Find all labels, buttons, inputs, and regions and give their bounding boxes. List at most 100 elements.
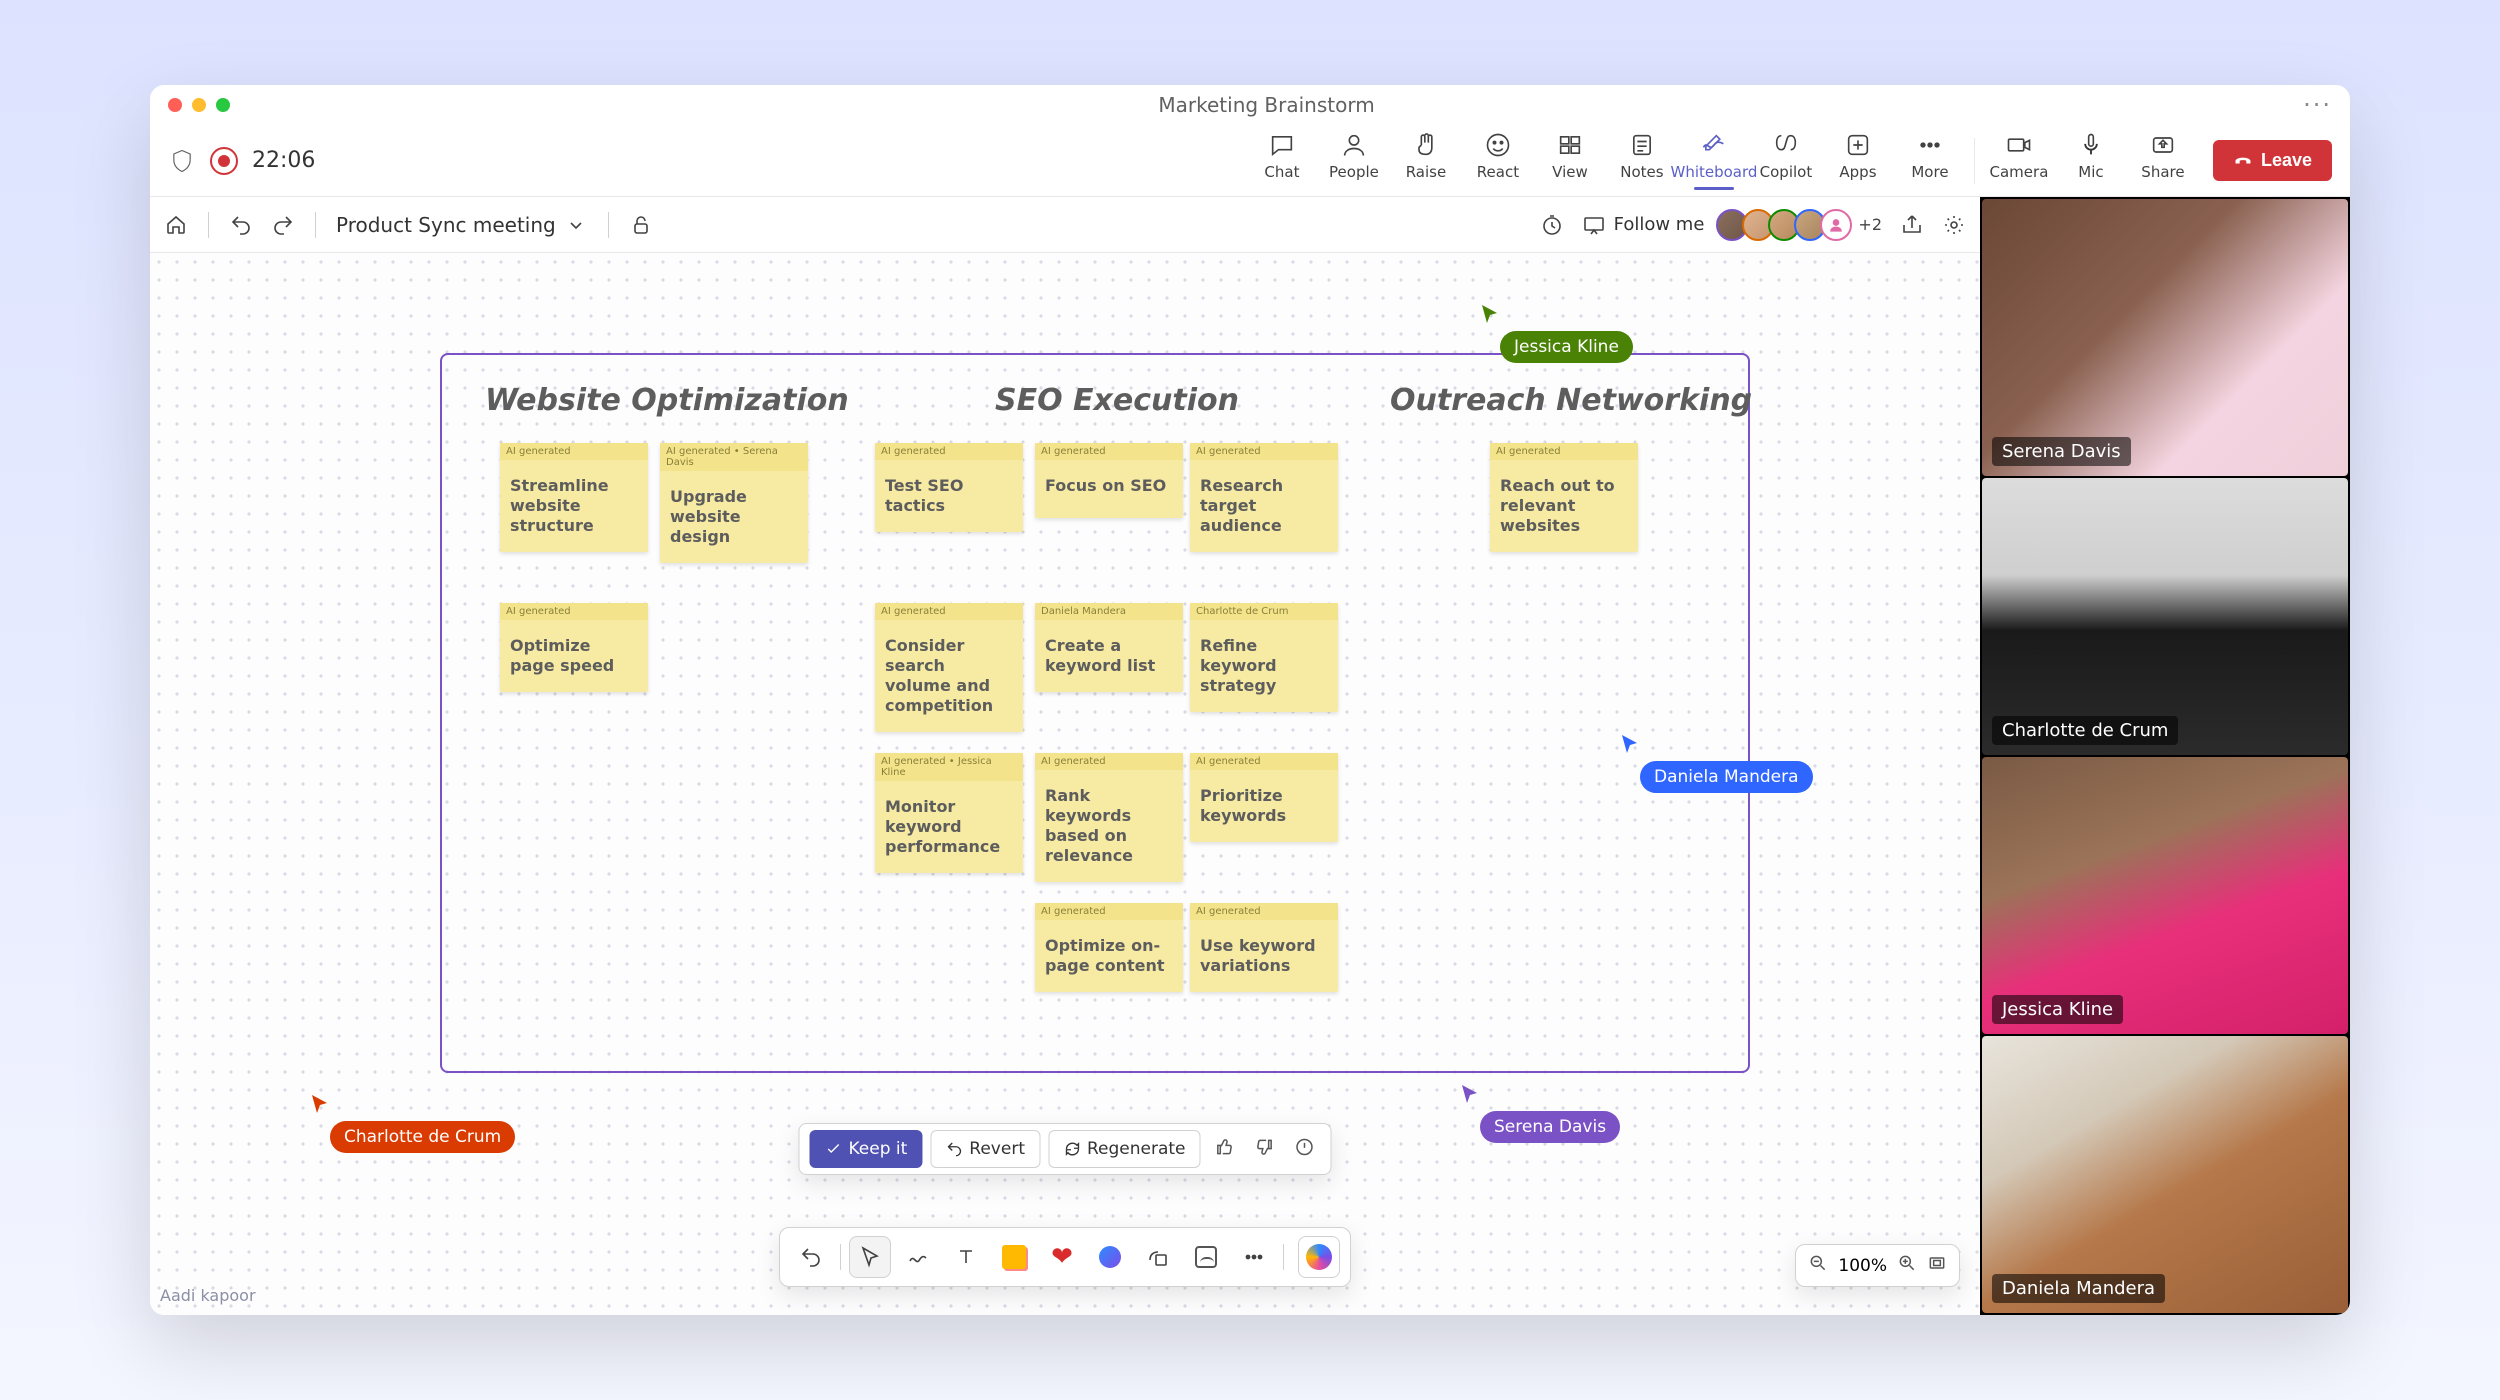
fit-screen-button[interactable] bbox=[1927, 1253, 1947, 1278]
sticky-meta: AI generated bbox=[1490, 443, 1638, 460]
notes-button[interactable]: Notes bbox=[1606, 127, 1678, 185]
app-window: Marketing Brainstorm ··· 22:06 Chat Peop… bbox=[150, 85, 2350, 1315]
shield-icon bbox=[168, 147, 196, 175]
column-title-seo: SEO Execution bbox=[995, 383, 1239, 418]
sticky-note[interactable]: Charlotte de Crum Refine keyword strateg… bbox=[1190, 603, 1338, 712]
canvas-toolbar: ❤ bbox=[779, 1227, 1351, 1287]
thumbs-up-button[interactable] bbox=[1209, 1131, 1241, 1167]
image-tool[interactable] bbox=[1185, 1236, 1227, 1278]
column-title-outreach: Outreach Networking bbox=[1390, 383, 1752, 418]
whiteboard-canvas[interactable]: Website Optimization SEO Execution Outre… bbox=[150, 253, 1980, 1315]
home-icon[interactable] bbox=[164, 213, 188, 237]
undo-icon[interactable] bbox=[229, 213, 253, 237]
sticky-meta: AI generated bbox=[1190, 903, 1338, 920]
whiteboard-header: Product Sync meeting Follow me bbox=[150, 197, 1980, 253]
maximize-window-button[interactable] bbox=[216, 98, 230, 112]
sticky-note[interactable]: AI generated Use keyword variations bbox=[1190, 903, 1338, 992]
regenerate-icon bbox=[1063, 1140, 1081, 1158]
zoom-out-button[interactable] bbox=[1808, 1253, 1828, 1278]
minimize-window-button[interactable] bbox=[192, 98, 206, 112]
sticky-text: Create a keyword list bbox=[1035, 620, 1183, 692]
sticky-meta: AI generated bbox=[1190, 443, 1338, 460]
presence-avatar-anon[interactable] bbox=[1820, 209, 1852, 241]
feedback-button[interactable] bbox=[1289, 1131, 1321, 1167]
cursor-icon bbox=[1460, 1083, 1480, 1105]
sticky-note[interactable]: AI generated Rank keywords based on rele… bbox=[1035, 753, 1183, 882]
lock-access-icon[interactable] bbox=[629, 213, 653, 237]
sticky-note[interactable]: AI generated Streamline website structur… bbox=[500, 443, 648, 552]
sticky-note[interactable]: AI generated Prioritize keywords bbox=[1190, 753, 1338, 842]
text-tool[interactable] bbox=[945, 1236, 987, 1278]
leave-label: Leave bbox=[2261, 150, 2312, 171]
pointer-tool[interactable] bbox=[849, 1236, 891, 1278]
cursor-name: Jessica Kline bbox=[1500, 331, 1633, 363]
sticky-meta: AI generated bbox=[500, 443, 648, 460]
sticky-note[interactable]: AI generated Focus on SEO bbox=[1035, 443, 1183, 518]
zoom-in-button[interactable] bbox=[1897, 1253, 1917, 1278]
sticky-note[interactable]: AI generated • Serena Davis Upgrade webs… bbox=[660, 443, 808, 563]
camera-button[interactable]: Camera bbox=[1983, 127, 2055, 185]
view-label: View bbox=[1552, 163, 1588, 181]
shape-tool[interactable] bbox=[1137, 1236, 1179, 1278]
thumbs-down-button[interactable] bbox=[1249, 1131, 1281, 1167]
separator bbox=[315, 212, 316, 238]
share-button[interactable]: Share bbox=[2127, 127, 2199, 185]
copilot-tool-button[interactable] bbox=[1298, 1236, 1340, 1278]
video-tile[interactable]: Jessica Kline bbox=[1982, 757, 2348, 1034]
close-window-button[interactable] bbox=[168, 98, 182, 112]
redo-icon[interactable] bbox=[271, 213, 295, 237]
share-board-icon[interactable] bbox=[1900, 213, 1924, 237]
settings-icon[interactable] bbox=[1942, 213, 1966, 237]
sticky-note[interactable]: AI generated Test SEO tactics bbox=[875, 443, 1023, 532]
titlebar-more-button[interactable]: ··· bbox=[2303, 91, 2332, 119]
sticky-note[interactable]: AI generated Research target audience bbox=[1190, 443, 1338, 552]
more-button[interactable]: More bbox=[1894, 127, 1966, 185]
revert-label: Revert bbox=[969, 1139, 1025, 1159]
chevron-down-icon bbox=[564, 213, 588, 237]
recording-indicator[interactable] bbox=[210, 147, 238, 175]
copilot-button[interactable]: Copilot bbox=[1750, 127, 1822, 185]
toolbar-undo-button[interactable] bbox=[790, 1236, 832, 1278]
ink-tool[interactable] bbox=[897, 1236, 939, 1278]
apps-button[interactable]: Apps bbox=[1822, 127, 1894, 185]
sticky-note[interactable]: AI generated Optimize on-page content bbox=[1035, 903, 1183, 992]
more-label: More bbox=[1911, 163, 1948, 181]
comment-tool[interactable] bbox=[1089, 1236, 1131, 1278]
board-name-dropdown[interactable]: Product Sync meeting bbox=[336, 213, 588, 237]
mic-label: Mic bbox=[2078, 163, 2103, 181]
reaction-tool[interactable]: ❤ bbox=[1041, 1236, 1083, 1278]
video-tile[interactable]: Daniela Mandera bbox=[1982, 1036, 2348, 1313]
ai-suggestion-bar: Keep it Revert Regenerate bbox=[798, 1123, 1331, 1175]
heart-icon: ❤ bbox=[1051, 1242, 1073, 1272]
window-title: Marketing Brainstorm bbox=[230, 93, 2303, 117]
people-button[interactable]: People bbox=[1318, 127, 1390, 185]
sticky-meta: AI generated bbox=[1035, 443, 1183, 460]
revert-button[interactable]: Revert bbox=[930, 1130, 1040, 1168]
mic-button[interactable]: Mic bbox=[2055, 127, 2127, 185]
photo-icon bbox=[1195, 1246, 1217, 1268]
sticky-note-tool[interactable] bbox=[993, 1236, 1035, 1278]
presence-overflow[interactable]: +2 bbox=[1858, 215, 1882, 234]
sticky-meta: Daniela Mandera bbox=[1035, 603, 1183, 620]
sticky-note[interactable]: AI generated Reach out to relevant websi… bbox=[1490, 443, 1638, 552]
sticky-meta: AI generated bbox=[875, 443, 1023, 460]
cursor-name: Daniela Mandera bbox=[1640, 761, 1813, 793]
raise-hand-button[interactable]: Raise bbox=[1390, 127, 1462, 185]
sticky-note[interactable]: AI generated • Jessica Kline Monitor key… bbox=[875, 753, 1023, 873]
regenerate-button[interactable]: Regenerate bbox=[1048, 1130, 1201, 1168]
sticky-note[interactable]: Daniela Mandera Create a keyword list bbox=[1035, 603, 1183, 692]
chat-button[interactable]: Chat bbox=[1246, 127, 1318, 185]
sticky-note[interactable]: AI generated Consider search volume and … bbox=[875, 603, 1023, 732]
video-tile[interactable]: Serena Davis bbox=[1982, 199, 2348, 476]
follow-me-button[interactable]: Follow me bbox=[1582, 213, 1705, 237]
view-button[interactable]: View bbox=[1534, 127, 1606, 185]
video-tile[interactable]: Charlotte de Crum bbox=[1982, 478, 2348, 755]
leave-button[interactable]: Leave bbox=[2213, 140, 2332, 181]
keep-it-button[interactable]: Keep it bbox=[809, 1130, 922, 1168]
sticky-note[interactable]: AI generated Optimize page speed bbox=[500, 603, 648, 692]
more-tools-button[interactable] bbox=[1233, 1236, 1275, 1278]
timer-icon[interactable] bbox=[1540, 213, 1564, 237]
react-button[interactable]: React bbox=[1462, 127, 1534, 185]
react-label: React bbox=[1477, 163, 1519, 181]
whiteboard-button[interactable]: Whiteboard bbox=[1678, 127, 1750, 194]
